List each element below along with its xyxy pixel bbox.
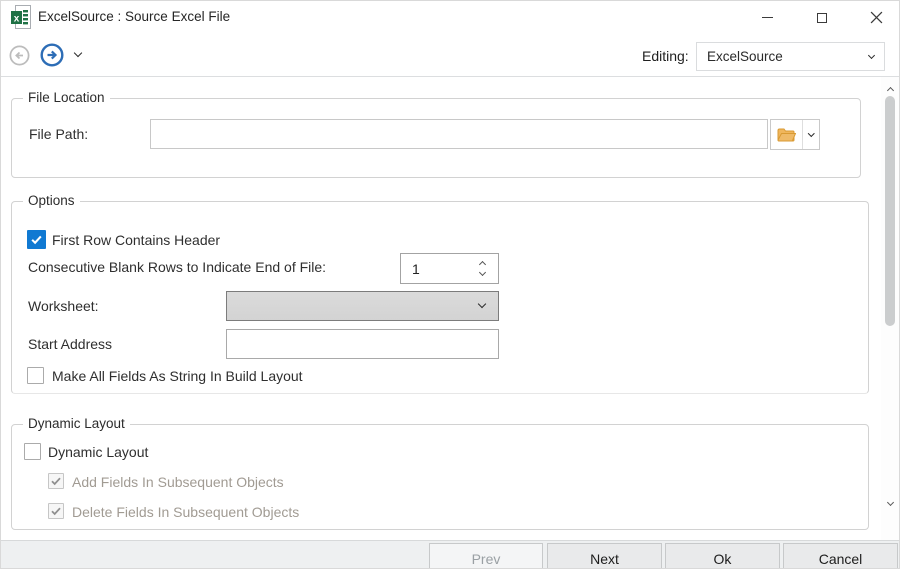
minimize-button[interactable] <box>742 1 792 34</box>
vertical-scrollbar[interactable] <box>881 77 900 540</box>
first-row-header-checkbox[interactable] <box>27 230 46 249</box>
title-bar: x ExcelSource : Source Excel File <box>1 1 899 34</box>
toolbar: Editing: ExcelSource <box>1 34 899 77</box>
dynamic-layout-checkbox[interactable] <box>24 443 41 460</box>
group-label-options: Options <box>23 193 80 208</box>
first-row-header-label: First Row Contains Header <box>52 232 220 248</box>
maximize-button[interactable] <box>797 1 847 34</box>
scroll-up-button[interactable] <box>884 82 897 95</box>
forward-menu-chevron-icon[interactable] <box>74 49 82 57</box>
delete-fields-checkbox <box>48 503 64 519</box>
start-address-label: Start Address <box>28 336 112 352</box>
check-icon <box>50 475 62 487</box>
forward-arrow-icon <box>40 43 64 67</box>
maximize-icon <box>817 13 827 23</box>
group-label-file-location: File Location <box>23 90 110 105</box>
check-icon <box>30 233 43 246</box>
group-options: Options First Row Contains Header Consec… <box>11 201 869 394</box>
spinner-down-icon[interactable] <box>479 269 486 276</box>
chevron-down-icon <box>868 51 875 58</box>
back-button[interactable] <box>9 45 30 71</box>
group-label-dynamic-layout: Dynamic Layout <box>23 416 130 431</box>
blank-rows-spinner[interactable]: 1 <box>400 253 499 284</box>
back-arrow-icon <box>9 45 30 66</box>
file-path-input[interactable] <box>150 119 768 149</box>
editing-label: Editing: <box>642 48 689 64</box>
excel-file-icon: x <box>10 5 32 30</box>
browse-split-button[interactable] <box>770 119 820 150</box>
group-file-location: File Location File Path: <box>11 98 861 178</box>
chevron-down-icon <box>887 499 894 506</box>
check-icon <box>50 505 62 517</box>
scrollbar-thumb[interactable] <box>885 96 895 326</box>
chevron-down-icon <box>478 300 486 308</box>
ok-button[interactable]: Ok <box>665 543 780 569</box>
chevron-down-icon <box>808 130 814 136</box>
file-path-label: File Path: <box>29 126 88 142</box>
svg-text:x: x <box>14 14 20 25</box>
make-all-string-label: Make All Fields As String In Build Layou… <box>52 368 303 384</box>
cancel-button[interactable]: Cancel <box>783 543 898 569</box>
spinner-up-icon[interactable] <box>479 261 486 268</box>
start-address-input[interactable] <box>226 329 499 359</box>
editing-combobox[interactable]: ExcelSource <box>696 42 885 71</box>
worksheet-label: Worksheet: <box>28 298 99 314</box>
chevron-up-icon <box>887 86 894 93</box>
window-title: ExcelSource : Source Excel File <box>38 9 230 24</box>
forward-button[interactable] <box>40 43 64 72</box>
prev-button[interactable]: Prev <box>429 543 543 569</box>
blank-rows-value: 1 <box>412 261 420 277</box>
dialog-window: x ExcelSource : Source Excel File Editin… <box>0 0 900 569</box>
add-fields-label: Add Fields In Subsequent Objects <box>72 474 284 490</box>
dynamic-layout-label: Dynamic Layout <box>48 444 148 460</box>
worksheet-dropdown[interactable] <box>226 291 499 321</box>
group-dynamic-layout: Dynamic Layout Dynamic Layout Add Fields… <box>11 424 869 530</box>
minimize-icon <box>762 17 773 18</box>
close-icon <box>870 11 883 24</box>
delete-fields-label: Delete Fields In Subsequent Objects <box>72 504 299 520</box>
editing-combobox-value: ExcelSource <box>707 49 869 64</box>
footer-bar: Prev Next Ok Cancel <box>1 540 899 569</box>
close-button[interactable] <box>852 1 900 34</box>
blank-rows-label: Consecutive Blank Rows to Indicate End o… <box>28 259 326 275</box>
add-fields-checkbox <box>48 473 64 489</box>
scroll-down-button[interactable] <box>884 497 897 510</box>
browse-dropdown-part[interactable] <box>803 120 819 149</box>
dialog-content: File Location File Path: Options First R… <box>1 77 881 540</box>
folder-icon <box>777 127 796 142</box>
next-button[interactable]: Next <box>547 543 662 569</box>
make-all-string-checkbox[interactable] <box>27 367 44 384</box>
